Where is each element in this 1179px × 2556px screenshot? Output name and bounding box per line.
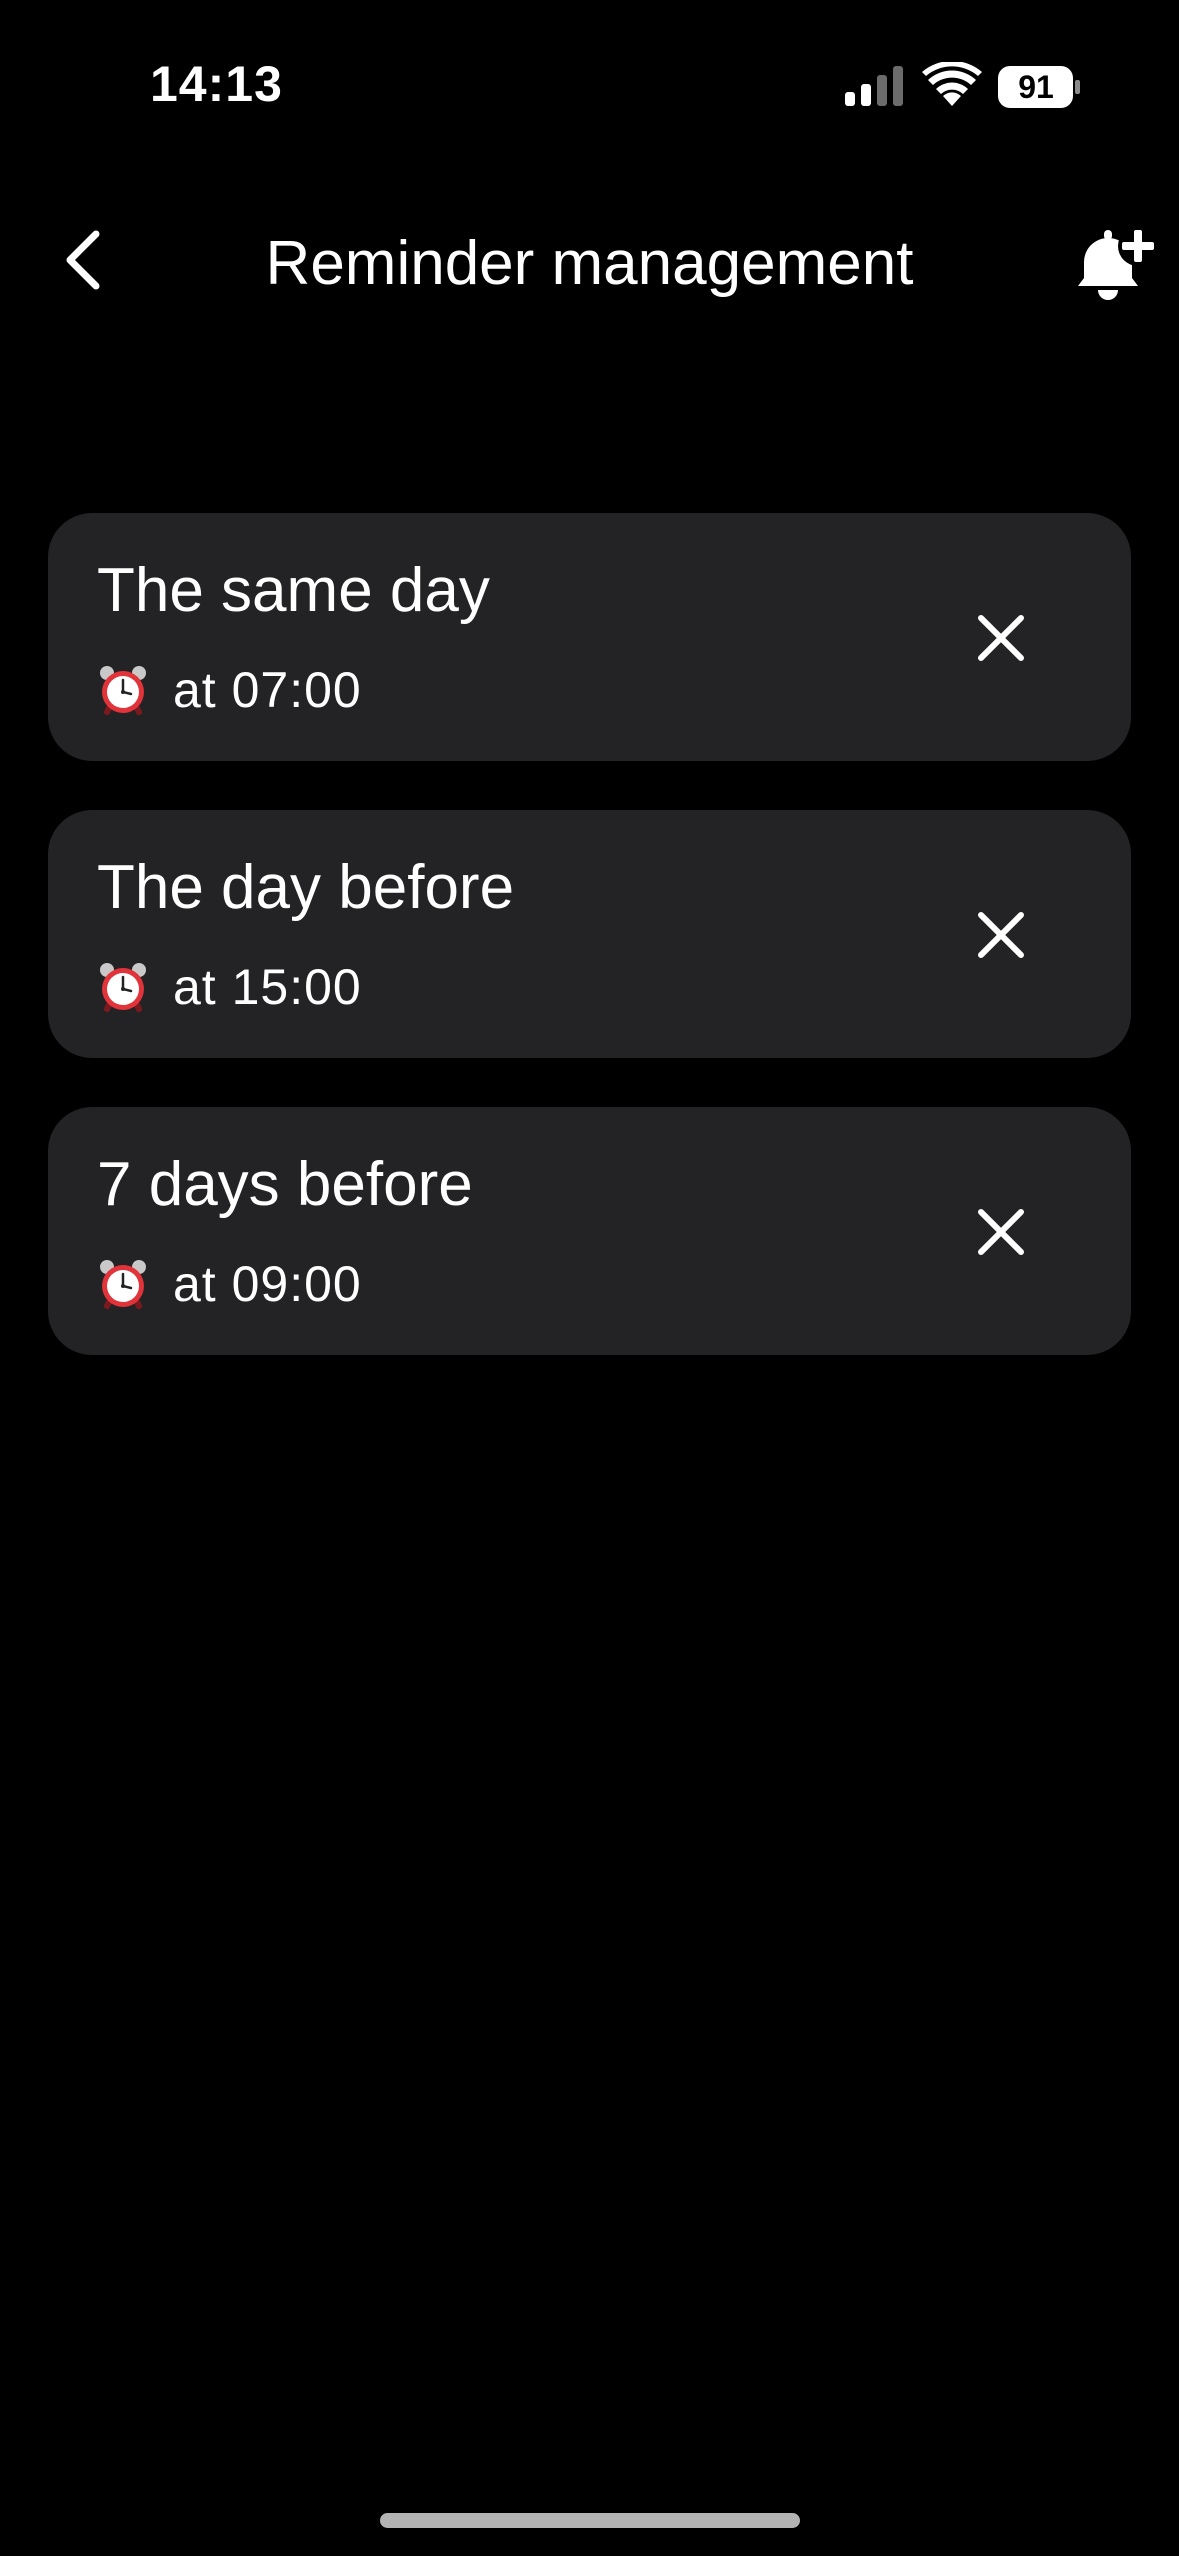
reminder-title: The day before [97,853,515,922]
reminder-card[interactable]: The day before at 15:00 [48,810,1131,1058]
close-icon[interactable] [966,1197,1036,1267]
close-icon[interactable] [966,603,1036,673]
reminder-time: at 15:00 [173,959,362,1015]
reminder-time: at 07:00 [173,662,362,718]
reminder-title: The same day [97,556,490,625]
reminder-list: The same day at 07:00 The day before at … [48,513,1131,1404]
bell-plus-icon[interactable] [1070,220,1160,310]
reminder-title: 7 days before [97,1150,473,1219]
reminder-time-row: at 15:00 [97,957,362,1017]
reminder-card[interactable]: 7 days before at 09:00 [48,1107,1131,1355]
header: Reminder management [0,200,1179,330]
close-icon[interactable] [966,900,1036,970]
reminder-card[interactable]: The same day at 07:00 [48,513,1131,761]
alarm-clock-icon [100,963,146,1013]
signal-icon [845,66,903,106]
wifi-icon [922,62,982,106]
alarm-clock-icon [100,1260,146,1310]
page-title: Reminder management [265,229,914,298]
home-indicator[interactable] [380,2513,800,2528]
battery-level: 91 [1018,69,1054,105]
status-time: 14:13 [150,56,283,112]
reminder-time-row: at 07:00 [97,660,362,720]
status-bar: 14:13 91 [0,0,1179,150]
alarm-clock-icon [100,666,146,716]
reminder-time: at 09:00 [173,1256,362,1312]
reminder-time-row: at 09:00 [97,1254,362,1314]
